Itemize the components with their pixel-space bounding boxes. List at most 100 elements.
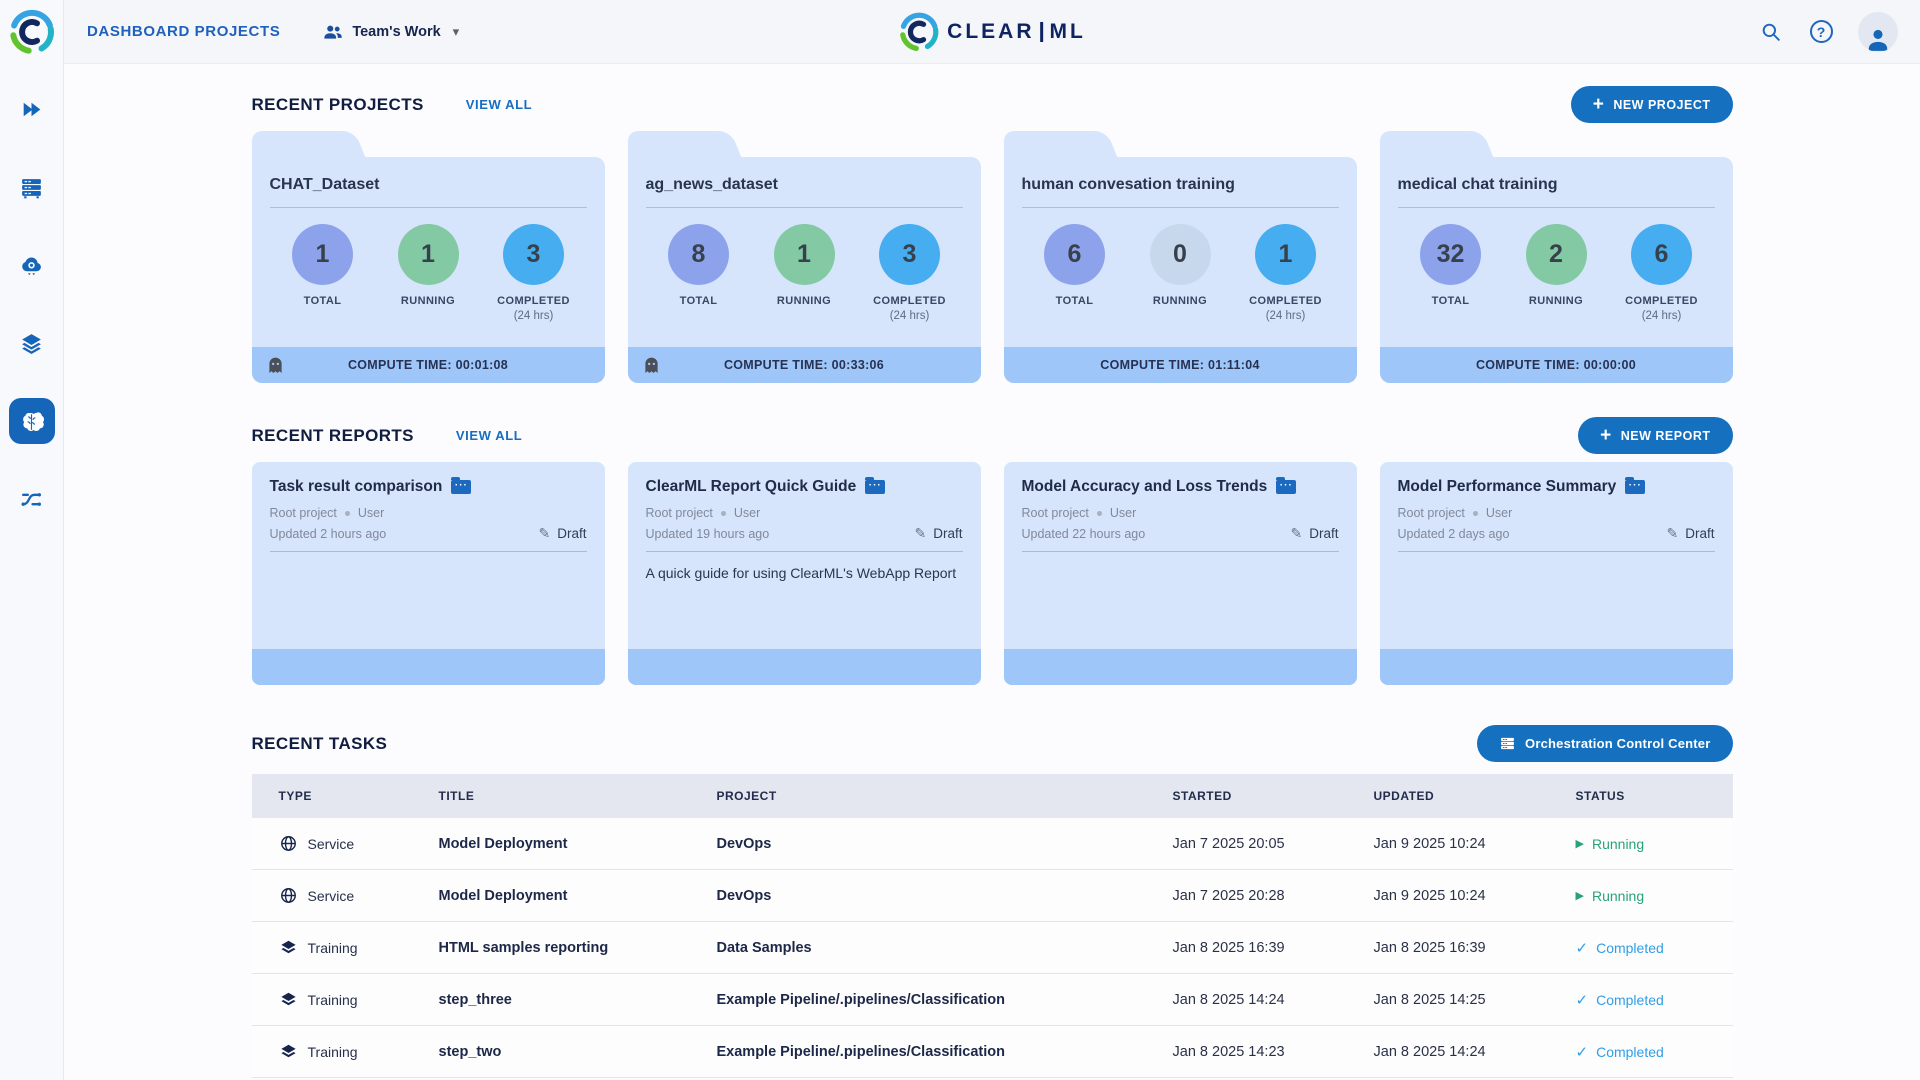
- help-icon[interactable]: ?: [1808, 19, 1834, 45]
- fast-forward-icon: [23, 102, 41, 116]
- task-project: Data Samples: [716, 939, 812, 956]
- divider: [269, 551, 587, 552]
- report-card[interactable]: Model Performance Summary ··· Root proje…: [1379, 462, 1733, 685]
- report-card[interactable]: Model Accuracy and Loss Trends ··· Root …: [1003, 462, 1357, 685]
- search-icon[interactable]: [1758, 19, 1784, 45]
- status-badge: ✎ Draft: [914, 525, 963, 541]
- task-project: DevOps: [716, 835, 772, 852]
- completed-label: COMPLETED: [873, 295, 946, 307]
- projects-view-all-link[interactable]: VIEW ALL: [466, 97, 532, 112]
- report-footer-bar: [251, 649, 605, 685]
- completed-sublabel: (24 hrs): [889, 310, 930, 322]
- col-started: STARTED: [1172, 789, 1232, 803]
- table-row[interactable]: Training step_two Example Pipeline/.pipe…: [251, 1026, 1733, 1078]
- table-row[interactable]: Service Model Deployment DevOps Jan 7 20…: [251, 818, 1733, 870]
- report-cards-row: Task result comparison ··· Root project …: [251, 462, 1733, 685]
- divider: [269, 207, 587, 208]
- running-label: RUNNING: [1152, 295, 1208, 307]
- sidebar-item-workers-queues[interactable]: [9, 164, 55, 210]
- task-title: Model Deployment: [438, 835, 568, 852]
- recent-reports-header: RECENT REPORTS VIEW ALL + NEW REPORT: [252, 417, 1733, 454]
- top-header: DASHBOARD PROJECTS Team's Work ▾ CLEAR M…: [64, 0, 1920, 64]
- sidebar-item-pipelines[interactable]: [9, 476, 55, 522]
- orchestration-control-center-button[interactable]: Orchestration Control Center: [1477, 725, 1733, 762]
- report-card[interactable]: Task result comparison ··· Root project …: [251, 462, 605, 685]
- training-layers-icon: [280, 1044, 296, 1058]
- total-label: TOTAL: [679, 295, 718, 307]
- sidebar-item-datasets[interactable]: [9, 320, 55, 366]
- nav-dashboard-projects[interactable]: DASHBOARD PROJECTS: [87, 23, 280, 40]
- table-row[interactable]: Service Model Deployment DevOps Jan 7 20…: [251, 870, 1733, 922]
- workspace-switcher[interactable]: Team's Work ▾: [322, 21, 459, 43]
- report-author: User: [357, 506, 385, 520]
- team-icon: [324, 25, 343, 39]
- report-card[interactable]: ClearML Report Quick Guide ··· Root proj…: [627, 462, 981, 685]
- new-project-button[interactable]: + NEW PROJECT: [1570, 86, 1733, 123]
- compute-time-bar: COMPUTE TIME: 01:11:04: [1003, 347, 1357, 383]
- user-avatar[interactable]: [1858, 11, 1898, 52]
- brand-text-clear: CLEAR: [947, 19, 1035, 43]
- compute-time-bar: COMPUTE TIME: 00:00:00: [1379, 347, 1733, 383]
- cloud-gear-icon: [22, 257, 41, 275]
- sidebar-item-getting-started[interactable]: [9, 86, 55, 132]
- compute-time: COMPUTE TIME: 00:01:08: [347, 358, 509, 372]
- col-type: TYPE: [278, 789, 312, 803]
- clearml-logo-mark[interactable]: [8, 8, 56, 56]
- task-type: Service: [307, 835, 355, 852]
- report-updated: Updated 2 hours ago: [269, 526, 387, 541]
- status-badge: ✎ Draft: [538, 525, 587, 541]
- brand-divider: [1040, 21, 1044, 42]
- project-card[interactable]: human convesation training 6 TOTAL 0 RUNNI…: [1003, 131, 1357, 383]
- completed-sublabel: (24 hrs): [1641, 310, 1682, 322]
- sidebar-item-projects-dashboard[interactable]: [8, 398, 55, 444]
- status-badge: ▶ Running: [1575, 835, 1645, 852]
- layers-icon: [22, 333, 41, 354]
- running-label: RUNNING: [1528, 295, 1584, 307]
- task-title: step_two: [438, 1043, 502, 1060]
- reports-view-all-link[interactable]: VIEW ALL: [456, 428, 522, 443]
- report-title: Task result comparison: [269, 478, 443, 495]
- running-count: 1: [397, 224, 459, 285]
- folder-tab: [627, 131, 720, 157]
- project-card[interactable]: CHAT_Dataset 1 TOTAL 1 RUNNING 3 COMPLETED (…: [251, 131, 605, 383]
- task-started: Jan 7 2025 20:05: [1172, 835, 1285, 852]
- pencil-icon: ✎: [914, 525, 927, 541]
- server-rack-icon: [22, 178, 41, 198]
- report-updated: Updated 22 hours ago: [1021, 526, 1146, 541]
- ghost-icon: [644, 357, 658, 373]
- task-title: Model Deployment: [438, 887, 568, 904]
- task-updated: Jan 8 2025 14:24: [1373, 1043, 1486, 1060]
- sidebar-item-applications[interactable]: [9, 242, 55, 288]
- project-card[interactable]: medical chat training 32 TOTAL 2 RUNNING 6…: [1379, 131, 1733, 383]
- dot-separator: [720, 510, 726, 516]
- total-label: TOTAL: [1431, 295, 1470, 307]
- report-author: User: [733, 506, 761, 520]
- pencil-icon: ✎: [538, 525, 551, 541]
- folder-tab: [251, 131, 344, 157]
- recent-tasks-title: RECENT TASKS: [251, 733, 388, 753]
- training-layers-icon: [280, 992, 296, 1006]
- dot-separator: [1472, 510, 1478, 516]
- new-report-button[interactable]: + NEW REPORT: [1578, 417, 1733, 454]
- status-badge: ✓ Completed: [1575, 991, 1664, 1009]
- table-row[interactable]: Training step_three Example Pipeline/.pi…: [251, 974, 1733, 1026]
- compute-time-bar: COMPUTE TIME: 00:01:08: [251, 347, 605, 383]
- report-footer-bar: [627, 649, 981, 685]
- task-type: Service: [307, 887, 355, 904]
- task-type: Training: [307, 1043, 358, 1060]
- report-project: Root project: [269, 506, 337, 520]
- left-sidebar: [0, 0, 64, 1080]
- table-row[interactable]: Training HTML samples reporting Data Sam…: [251, 922, 1733, 974]
- task-updated: Jan 8 2025 14:25: [1373, 991, 1486, 1008]
- task-type: Training: [307, 939, 358, 956]
- task-title: step_three: [438, 991, 512, 1008]
- clearml-logo-mark-center: [900, 12, 939, 51]
- dot-separator: [1096, 510, 1102, 516]
- report-title: Model Accuracy and Loss Trends: [1021, 478, 1268, 495]
- divider: [1397, 207, 1715, 208]
- recent-tasks-table: TYPE TITLE PROJECT STARTED UPDATED STATU…: [251, 774, 1733, 1078]
- project-card[interactable]: ag_news_dataset 8 TOTAL 1 RUNNING 3 COMPLET…: [627, 131, 981, 383]
- total-count: 8: [668, 224, 729, 285]
- divider: [1021, 207, 1339, 208]
- report-footer-bar: [1003, 649, 1357, 685]
